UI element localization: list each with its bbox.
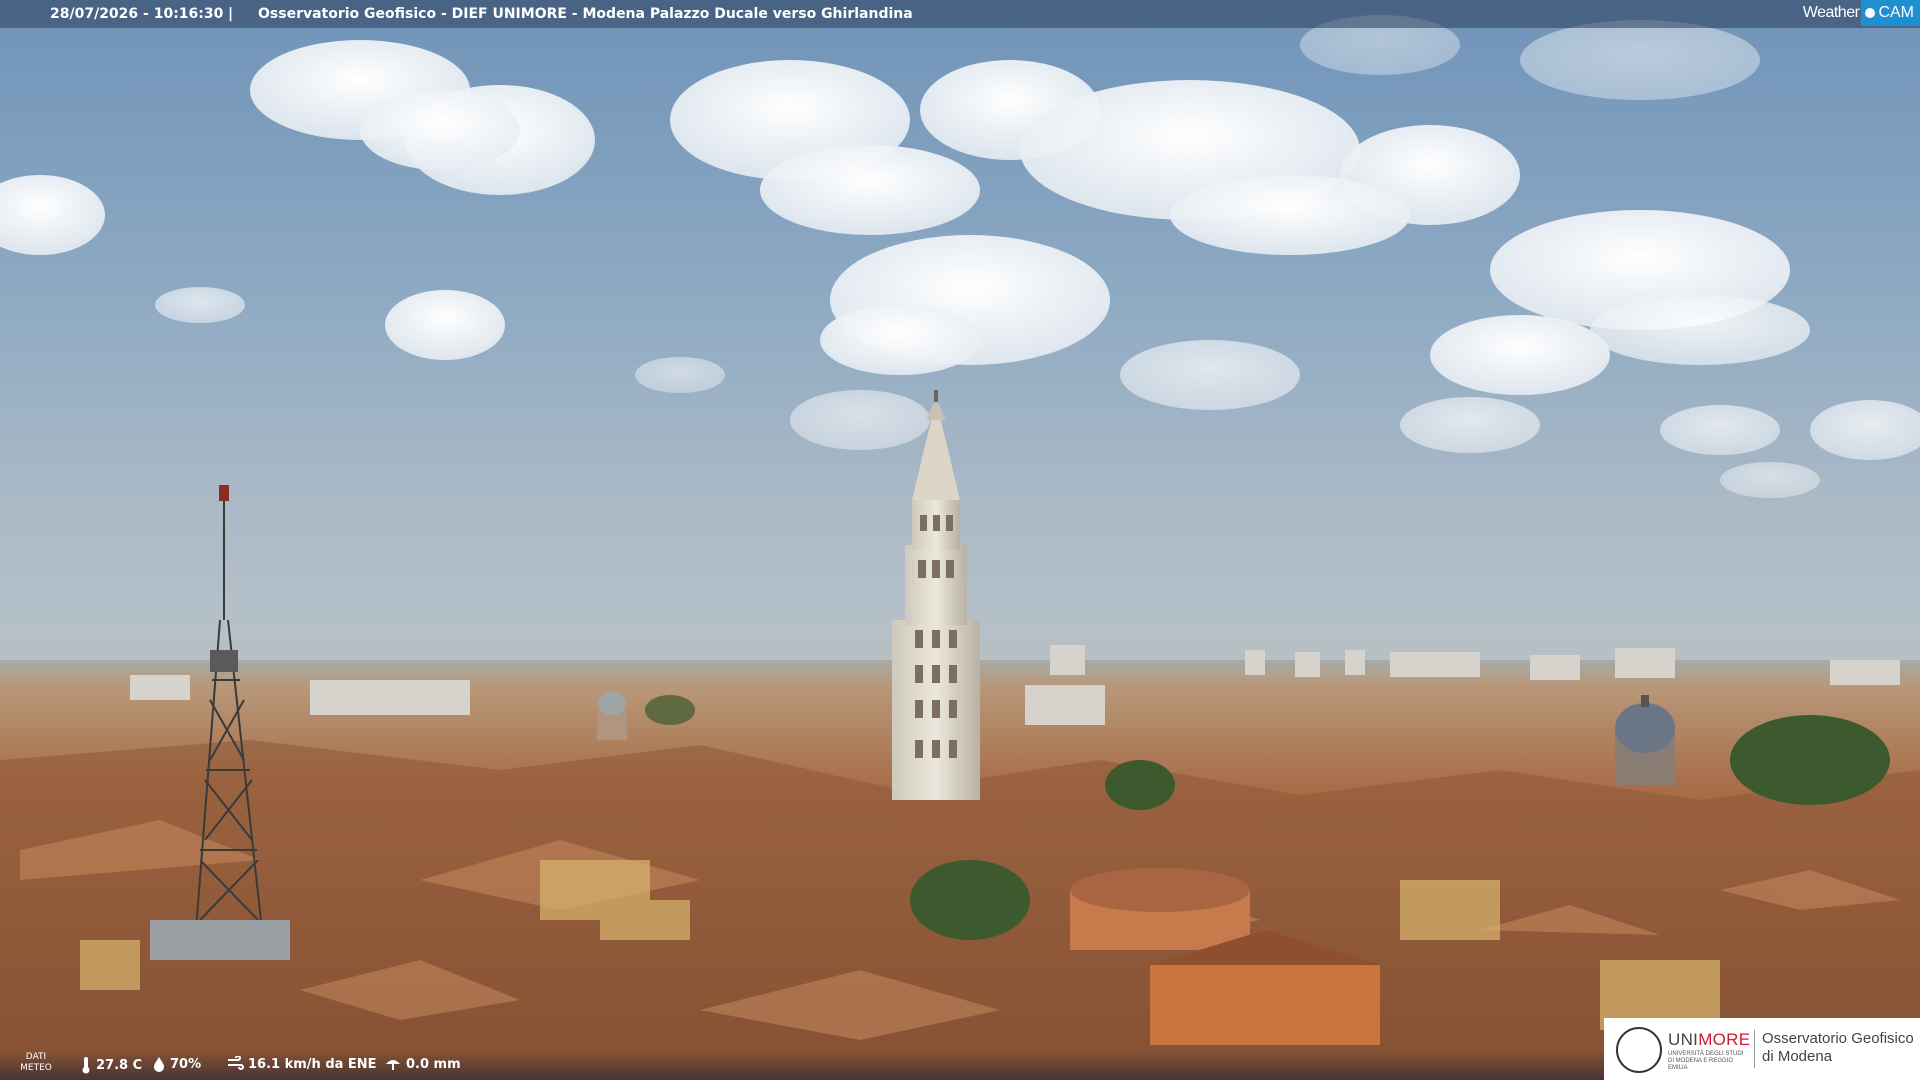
humidity-value: 70% [170, 1056, 202, 1072]
rain-icon [386, 1060, 400, 1070]
camera-lens-icon [1865, 8, 1876, 18]
weathercam-logo-cam: CAM [1878, 4, 1914, 21]
wind-value: 16.1 km/h da ENE [248, 1056, 377, 1072]
observatory-name: Osservatorio Geofisico di Modena [1762, 1030, 1914, 1066]
camera-title: Osservatorio Geofisico - DIEF UNIMORE - … [258, 6, 913, 22]
header-separator: | [228, 6, 234, 22]
webcam-scene [0, 0, 1920, 1080]
unimore-wordmark-more: MORE [1698, 1030, 1751, 1049]
observatory-name-line1: Osservatorio Geofisico [1762, 1030, 1914, 1047]
humidity-drop-icon [154, 1057, 164, 1072]
unimore-wordmark: UNIMORE [1668, 1030, 1750, 1050]
overlay-header: 28/07/2026 - 10:16:30 | Osservatorio Geo… [0, 0, 1920, 28]
weathercam-logo-cam-badge: CAM [1861, 0, 1920, 26]
temperature-value: 27.8 C [96, 1057, 143, 1073]
wind-reading: 16.1 km/h da ENE [226, 1056, 377, 1072]
temperature-reading: 27.8 C [80, 1056, 142, 1074]
weathercam-logo: Weather CAM [1797, 0, 1920, 26]
antenna-base-building [150, 920, 290, 960]
weathercam-logo-weather: Weather [1802, 4, 1860, 21]
wind-icon [228, 1056, 244, 1070]
timestamp: 28/07/2026 - 10:16:30 [50, 6, 224, 22]
dome-left [597, 691, 627, 740]
weather-data-label-line1: DATI [25, 1052, 47, 1062]
weather-data-label-line2: METEO [20, 1063, 52, 1073]
university-seal-icon [1616, 1027, 1662, 1073]
unimore-logo-panel: UNIMORE UNIVERSITÀ DEGLI STUDI DI MODENA… [1604, 1018, 1920, 1080]
observatory-name-line2: di Modena [1762, 1048, 1833, 1065]
rain-value: 0.0 mm [406, 1056, 461, 1072]
rain-reading: 0.0 mm [384, 1056, 461, 1072]
weather-data-label: DATI METEO [18, 1052, 54, 1074]
thermometer-icon [82, 1057, 90, 1074]
humidity-reading: 70% [152, 1056, 201, 1072]
logo-divider [1754, 1030, 1755, 1068]
unimore-wordmark-uni: UNI [1668, 1030, 1699, 1049]
university-subtitle: UNIVERSITÀ DEGLI STUDI DI MODENA E REGGI… [1668, 1051, 1744, 1071]
